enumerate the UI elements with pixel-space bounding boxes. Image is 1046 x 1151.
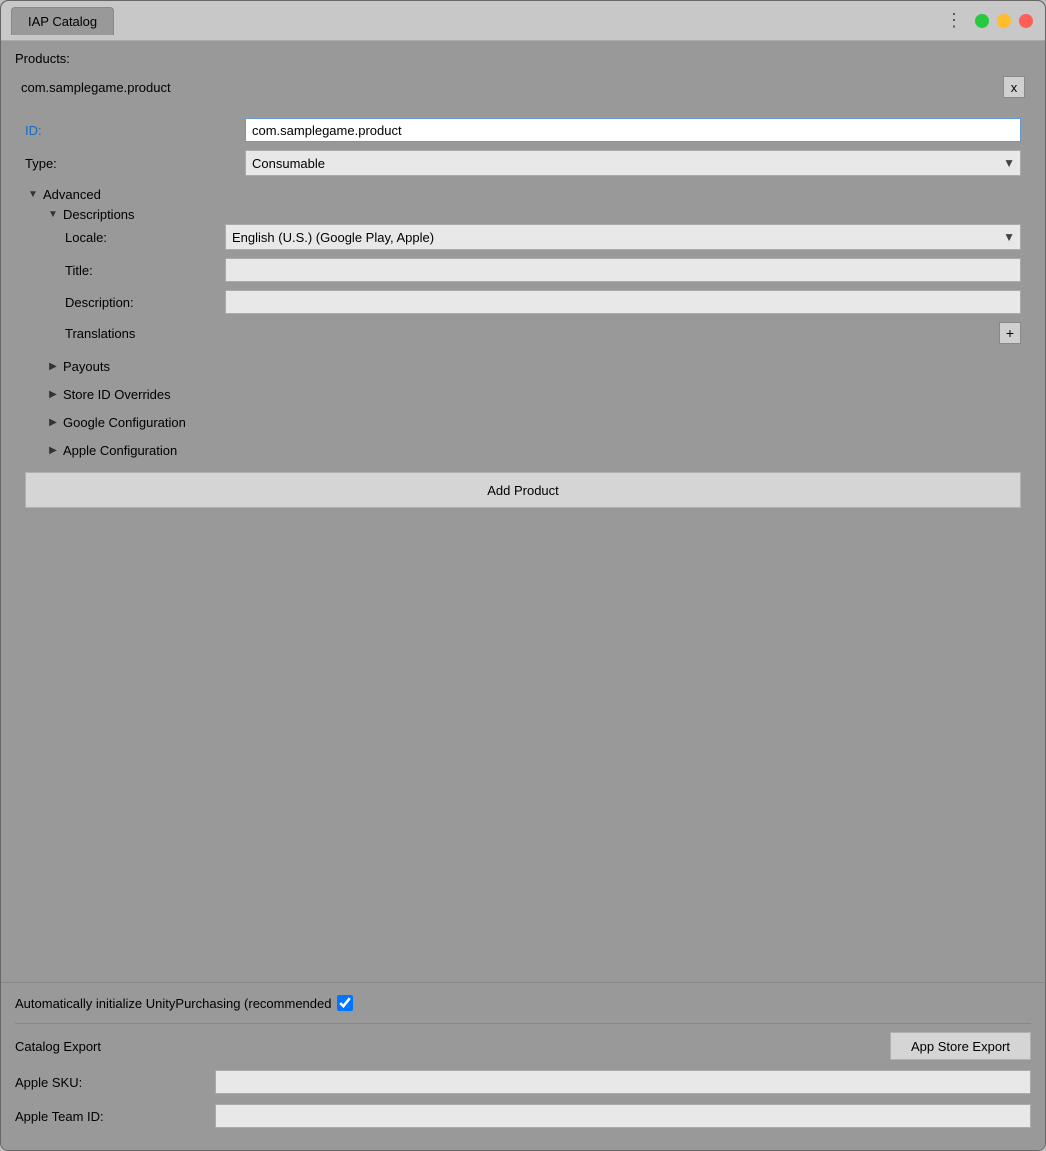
catalog-export-label: Catalog Export <box>15 1039 101 1054</box>
apple-sku-label: Apple SKU: <box>15 1075 215 1090</box>
type-select[interactable]: Consumable Non-Consumable Subscription <box>245 150 1021 176</box>
app-store-export-button[interactable]: App Store Export <box>890 1032 1031 1060</box>
apple-sku-input[interactable] <box>215 1070 1031 1094</box>
descriptions-label: Descriptions <box>63 207 135 222</box>
empty-space <box>15 518 1031 678</box>
payouts-label: Payouts <box>63 359 110 374</box>
locale-select-wrapper: English (U.S.) (Google Play, Apple) Fren… <box>225 224 1021 250</box>
google-config-label: Google Configuration <box>63 415 186 430</box>
add-product-button[interactable]: Add Product <box>25 472 1021 508</box>
type-label: Type: <box>25 156 245 171</box>
title-input[interactable] <box>225 258 1021 282</box>
main-content: Products: com.samplegame.product x ID: T… <box>1 41 1045 982</box>
locale-label: Locale: <box>65 230 225 245</box>
auto-init-checkbox[interactable] <box>337 995 353 1011</box>
main-window: IAP Catalog ⋮ Products: com.samplegame.p… <box>0 0 1046 1151</box>
apple-config-label: Apple Configuration <box>63 443 177 458</box>
apple-team-id-row: Apple Team ID: <box>15 1104 1031 1128</box>
apple-sku-row: Apple SKU: <box>15 1070 1031 1094</box>
google-config-arrow-icon: ▶ <box>45 414 61 430</box>
title-row: Title: <box>65 258 1021 282</box>
bottom-section: Automatically initialize UnityPurchasing… <box>1 982 1045 1150</box>
dots-menu-icon[interactable]: ⋮ <box>945 10 963 31</box>
advanced-section: ▼ Advanced ▼ Descriptions Locale: <box>25 184 1021 464</box>
locale-row: Locale: English (U.S.) (Google Play, App… <box>65 224 1021 250</box>
apple-config-arrow-icon: ▶ <box>45 442 61 458</box>
description-row: Description: <box>65 290 1021 314</box>
type-row: Type: Consumable Non-Consumable Subscrip… <box>25 150 1021 176</box>
catalog-export-row: Catalog Export App Store Export <box>15 1032 1031 1060</box>
locale-select[interactable]: English (U.S.) (Google Play, Apple) Fren… <box>225 224 1021 250</box>
description-input[interactable] <box>225 290 1021 314</box>
store-id-overrides-arrow-icon: ▶ <box>45 386 61 402</box>
descriptions-content: Locale: English (U.S.) (Google Play, App… <box>45 224 1021 344</box>
description-label: Description: <box>65 295 225 310</box>
id-label: ID: <box>25 123 245 138</box>
translations-row: Translations + <box>65 322 1021 344</box>
add-translation-button[interactable]: + <box>999 322 1021 344</box>
id-input[interactable] <box>245 118 1021 142</box>
title-bar: IAP Catalog ⋮ <box>1 1 1045 41</box>
remove-product-button[interactable]: x <box>1003 76 1025 98</box>
window-controls: ⋮ <box>945 10 1033 31</box>
window-title: IAP Catalog <box>11 7 114 35</box>
descriptions-section: ▼ Descriptions Locale: English (U.S.) (G… <box>45 204 1021 344</box>
store-id-overrides-header[interactable]: ▶ Store ID Overrides <box>45 380 1021 408</box>
payouts-header[interactable]: ▶ Payouts <box>45 352 1021 380</box>
minimize-button[interactable] <box>997 14 1011 28</box>
store-id-overrides-label: Store ID Overrides <box>63 387 171 402</box>
close-button[interactable] <box>1019 14 1033 28</box>
type-select-wrapper: Consumable Non-Consumable Subscription ▼ <box>245 150 1021 176</box>
translations-label: Translations <box>65 326 135 341</box>
apple-config-header[interactable]: ▶ Apple Configuration <box>45 436 1021 464</box>
products-label: Products: <box>15 51 1031 66</box>
auto-init-label: Automatically initialize UnityPurchasing… <box>15 996 331 1011</box>
maximize-button[interactable] <box>975 14 989 28</box>
descriptions-header[interactable]: ▼ Descriptions <box>45 204 1021 224</box>
google-config-header[interactable]: ▶ Google Configuration <box>45 408 1021 436</box>
title-label: Title: <box>65 263 225 278</box>
id-row: ID: <box>25 118 1021 142</box>
advanced-arrow-icon: ▼ <box>25 186 41 202</box>
auto-init-row: Automatically initialize UnityPurchasing… <box>15 995 1031 1011</box>
apple-team-id-input[interactable] <box>215 1104 1031 1128</box>
descriptions-arrow-icon: ▼ <box>45 206 61 222</box>
advanced-label: Advanced <box>43 187 101 202</box>
product-name: com.samplegame.product <box>21 80 171 95</box>
product-item: com.samplegame.product x <box>15 72 1031 102</box>
apple-team-id-label: Apple Team ID: <box>15 1109 215 1124</box>
payouts-arrow-icon: ▶ <box>45 358 61 374</box>
product-form: ID: Type: Consumable Non-Consumable Subs… <box>15 112 1031 518</box>
divider <box>15 1023 1031 1024</box>
advanced-content: ▼ Descriptions Locale: English (U.S.) (G… <box>25 204 1021 464</box>
advanced-header[interactable]: ▼ Advanced <box>25 184 1021 204</box>
